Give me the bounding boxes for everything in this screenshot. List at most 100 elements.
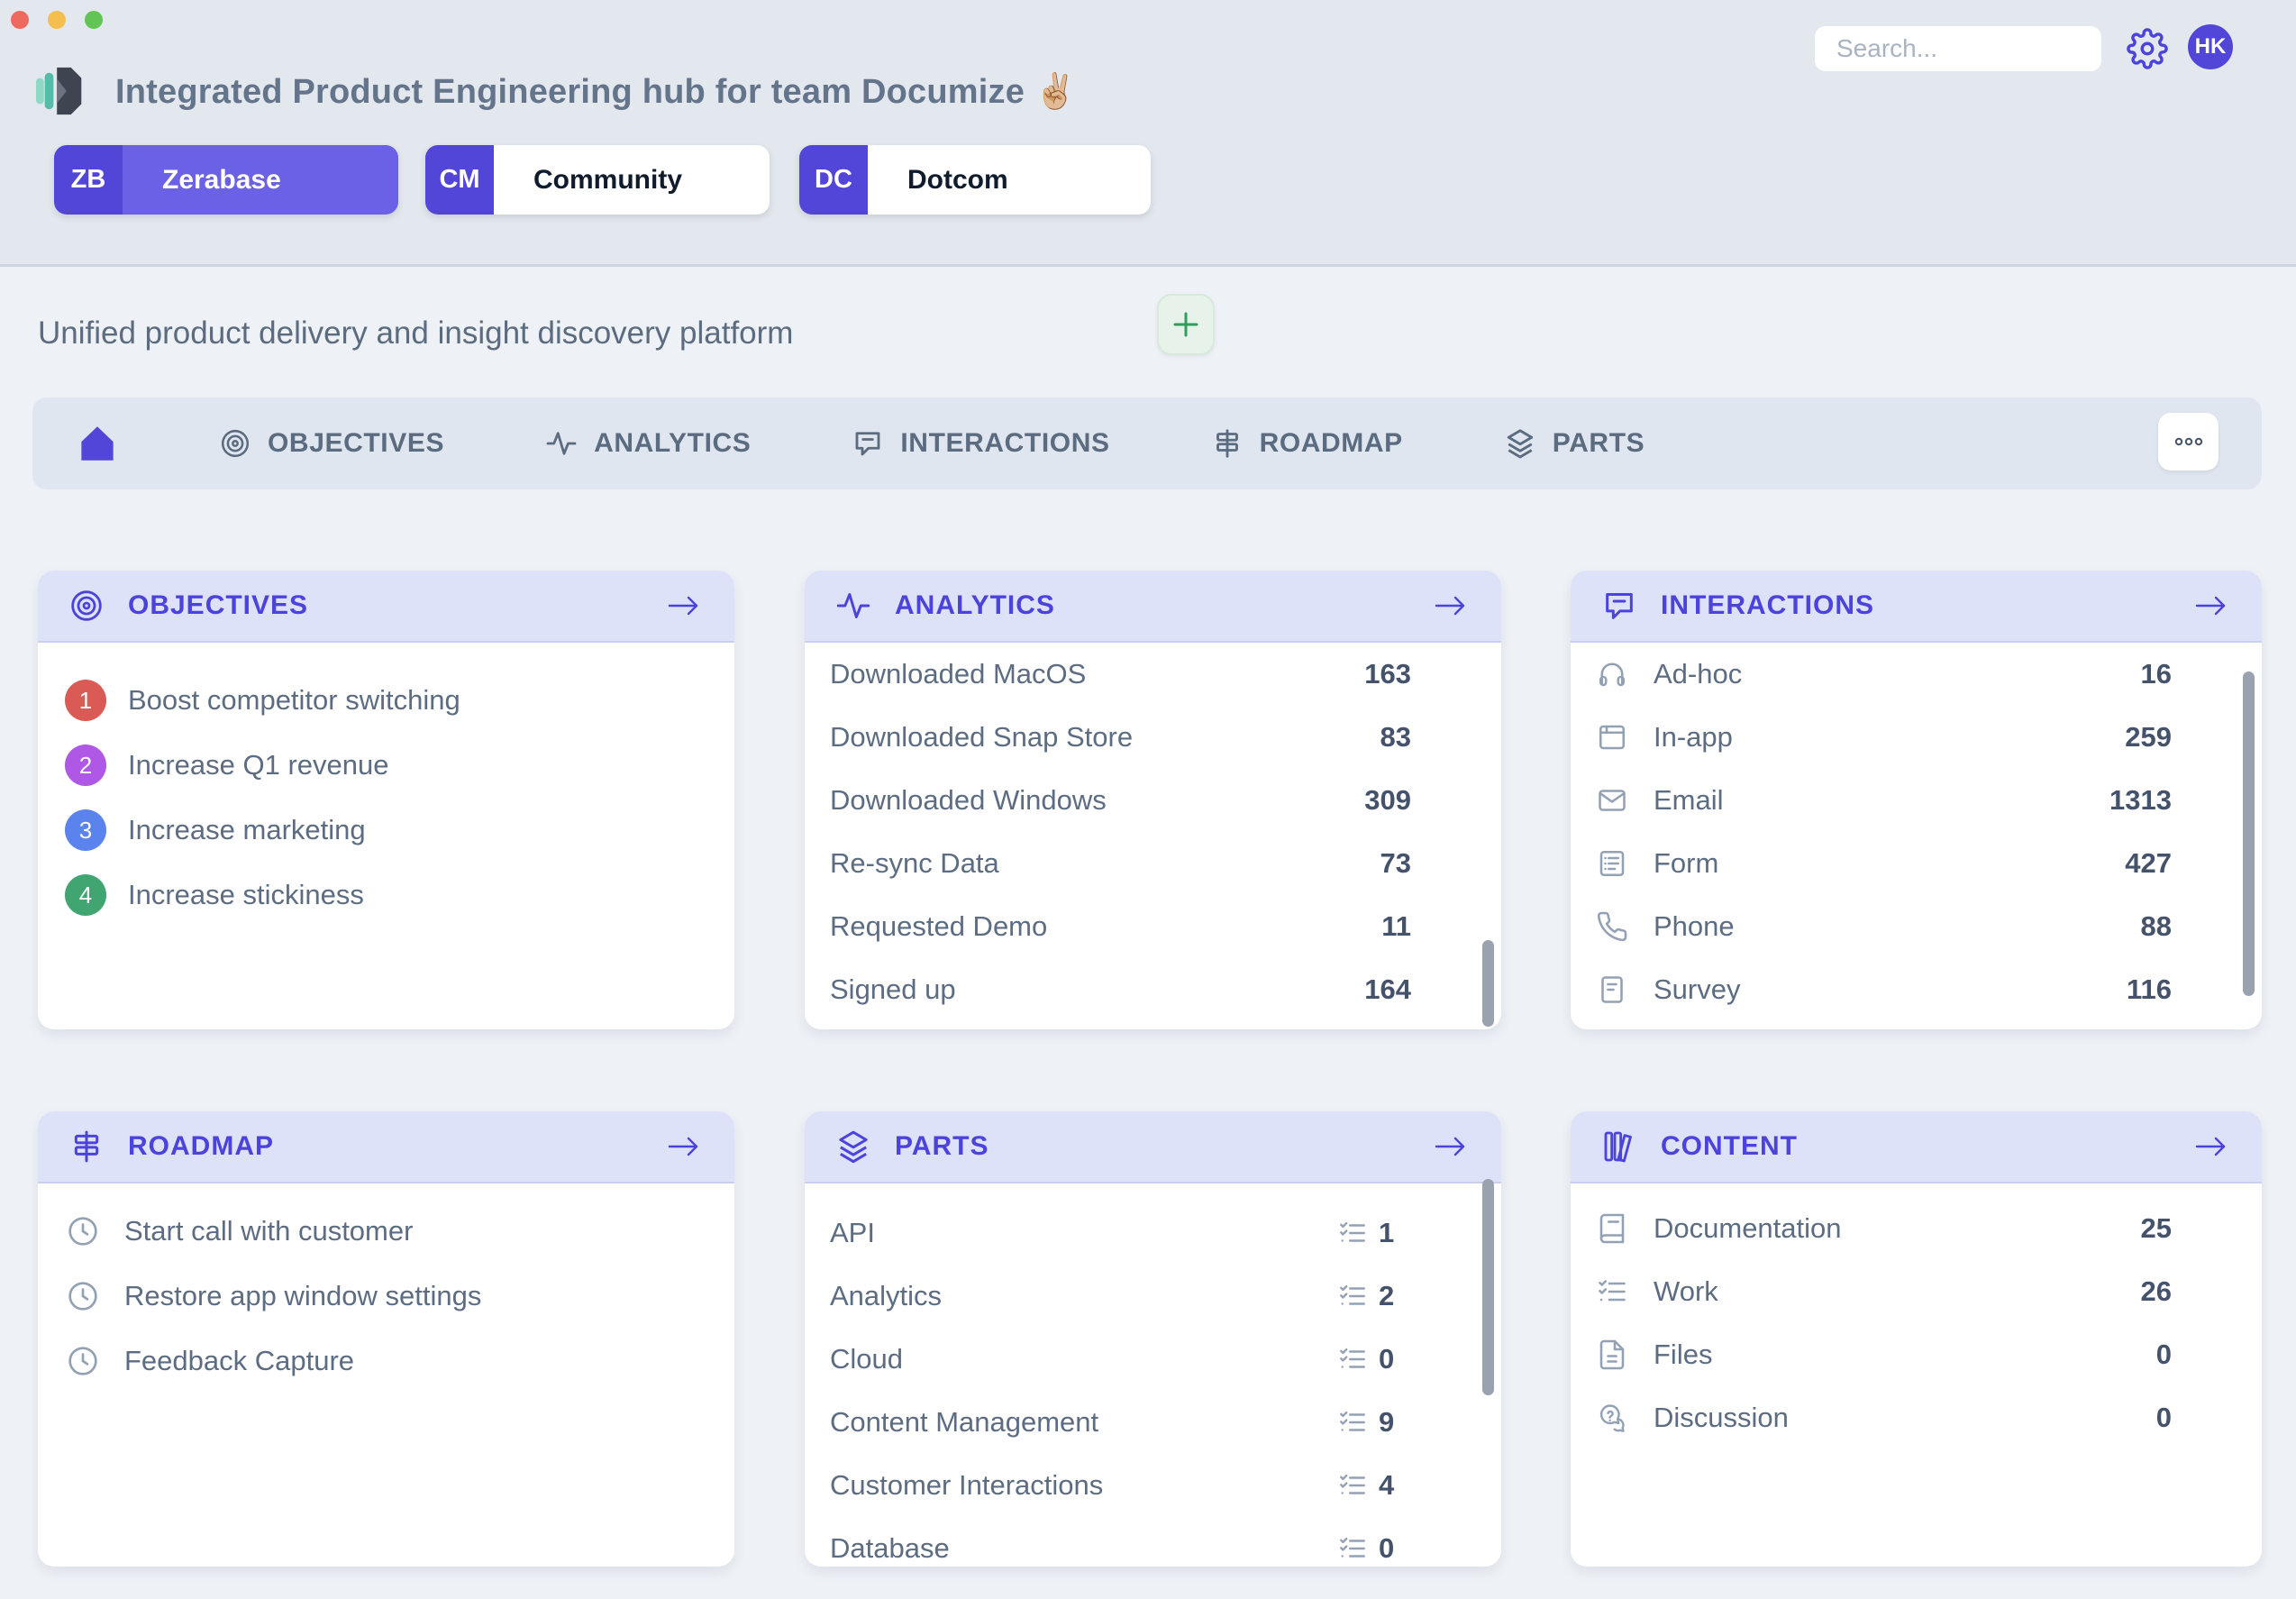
interaction-row[interactable]: Email 1313: [1571, 769, 2262, 832]
interaction-label: Phone: [1654, 910, 2109, 943]
card-title: ANALYTICS: [895, 590, 1431, 621]
zoom-window-button[interactable]: [85, 11, 103, 29]
metric-label: Downloaded Windows: [830, 784, 1348, 817]
analytics-row[interactable]: Re-sync Data 73: [805, 832, 1501, 895]
content-row[interactable]: Documentation 25: [1571, 1197, 2262, 1260]
interaction-row[interactable]: Phone 88: [1571, 895, 2262, 958]
interaction-row[interactable]: Ad-hoc 16: [1571, 643, 2262, 706]
part-row[interactable]: Analytics 2: [805, 1265, 1501, 1328]
part-row[interactable]: API 1: [805, 1202, 1501, 1265]
workspace-tabs: ZB Zerabase CM Community DC Dotcom: [0, 145, 2296, 215]
analytics-row[interactable]: Signed up 164: [805, 958, 1501, 1021]
page-title: Integrated Product Engineering hub for t…: [115, 72, 1077, 112]
content-row[interactable]: Files 0: [1571, 1323, 2262, 1386]
headphones-icon: [1596, 658, 1628, 690]
avatar[interactable]: HK: [2188, 24, 2233, 69]
phone-icon: [1596, 910, 1628, 943]
section-navbar: OBJECTIVES ANALYTICS INTERACTIONS ROADMA…: [32, 397, 2262, 489]
checklist-icon: [1337, 1407, 1368, 1438]
interaction-row[interactable]: In-app 259: [1571, 706, 2262, 769]
interaction-value: 259: [2109, 721, 2172, 754]
workspace-badge: CM: [425, 145, 494, 215]
minimize-window-button[interactable]: [48, 11, 66, 29]
content-row[interactable]: Discussion 0: [1571, 1386, 2262, 1449]
part-count: 0: [1379, 1532, 1411, 1565]
layers-icon: [1504, 427, 1536, 460]
interaction-row[interactable]: Survey 116: [1571, 958, 2262, 1021]
layers-icon: [835, 1128, 871, 1165]
analytics-open-arrow[interactable]: [1431, 592, 1471, 619]
part-row[interactable]: Database 0: [805, 1517, 1501, 1567]
metric-label: Re-sync Data: [830, 847, 1348, 880]
analytics-row[interactable]: Downloaded Windows 309: [805, 769, 1501, 832]
clock-icon: [65, 1343, 101, 1379]
objective-number-badge: 4: [65, 874, 106, 916]
analytics-row[interactable]: Requested Demo 11: [805, 895, 1501, 958]
objective-label: Increase stickiness: [128, 879, 364, 911]
roadmap-item[interactable]: Feedback Capture: [38, 1329, 734, 1393]
nav-home-button[interactable]: [77, 423, 118, 464]
form-icon: [1596, 847, 1628, 880]
close-window-button[interactable]: [11, 11, 29, 29]
workspace-name: Community: [494, 145, 770, 215]
part-count: 4: [1379, 1469, 1411, 1502]
search-input[interactable]: [1815, 26, 2101, 71]
objective-item[interactable]: 3 Increase marketing: [38, 798, 734, 863]
roadmap-item[interactable]: Restore app window settings: [38, 1264, 734, 1329]
signpost-icon: [1211, 427, 1244, 460]
analytics-row[interactable]: Downloaded MacOS 163: [805, 643, 1501, 706]
parts-scrollbar-thumb[interactable]: [1482, 1179, 1494, 1395]
metric-value: 164: [1348, 973, 1411, 1006]
part-row[interactable]: Customer Interactions 4: [805, 1454, 1501, 1517]
nav-item-roadmap[interactable]: ROADMAP: [1211, 427, 1403, 460]
objective-label: Increase marketing: [128, 814, 366, 846]
file-icon: [1596, 1339, 1628, 1371]
interactions-scrollbar-thumb[interactable]: [2243, 672, 2255, 996]
objectives-open-arrow[interactable]: [664, 592, 704, 619]
interaction-value: 116: [2109, 973, 2172, 1006]
part-row[interactable]: Cloud 0: [805, 1328, 1501, 1391]
part-row[interactable]: Content Management 9: [805, 1391, 1501, 1454]
window-header: Integrated Product Engineering hub for t…: [0, 0, 2296, 267]
settings-button[interactable]: [2125, 26, 2170, 71]
objective-number-badge: 3: [65, 809, 106, 851]
content-card-header: CONTENT: [1571, 1111, 2262, 1183]
roadmap-card-header: ROADMAP: [38, 1111, 734, 1183]
interaction-row[interactable]: Form 427: [1571, 832, 2262, 895]
workspace-tab-community[interactable]: CM Community: [425, 145, 770, 215]
metric-label: Signed up: [830, 973, 1348, 1006]
card-title: ROADMAP: [128, 1131, 664, 1162]
nav-item-analytics[interactable]: ANALYTICS: [545, 427, 751, 460]
workspace-tab-dotcom[interactable]: DC Dotcom: [799, 145, 1151, 215]
analytics-scrollbar-thumb[interactable]: [1482, 940, 1494, 1027]
metric-value: 163: [1348, 658, 1411, 690]
clock-icon: [65, 1278, 101, 1314]
part-count: 2: [1379, 1280, 1411, 1312]
content-row[interactable]: Work 26: [1571, 1260, 2262, 1323]
part-count: 0: [1379, 1343, 1411, 1375]
add-workspace-button[interactable]: [1157, 294, 1215, 355]
workspace-tab-zerabase[interactable]: ZB Zerabase: [54, 145, 398, 215]
content-card: CONTENT Documentation 25 Work 26: [1571, 1111, 2262, 1567]
content-open-arrow[interactable]: [2191, 1133, 2231, 1160]
card-title: INTERACTIONS: [1661, 590, 2191, 621]
checklist-icon: [1337, 1281, 1368, 1311]
nav-item-objectives[interactable]: OBJECTIVES: [219, 427, 444, 460]
interactions-open-arrow[interactable]: [2191, 592, 2231, 619]
analytics-row[interactable]: Downloaded Snap Store 83: [805, 706, 1501, 769]
objective-item[interactable]: 2 Increase Q1 revenue: [38, 733, 734, 798]
objective-item[interactable]: 1 Boost competitor switching: [38, 668, 734, 733]
metric-value: 11: [1348, 910, 1411, 943]
roadmap-open-arrow[interactable]: [664, 1133, 704, 1160]
target-icon: [219, 427, 251, 460]
metric-label: Downloaded Snap Store: [830, 721, 1348, 754]
nav-more-button[interactable]: [2158, 413, 2219, 471]
roadmap-item[interactable]: Start call with customer: [38, 1199, 734, 1264]
parts-open-arrow[interactable]: [1431, 1133, 1471, 1160]
roadmap-label: Start call with customer: [124, 1215, 413, 1247]
nav-item-interactions[interactable]: INTERACTIONS: [852, 427, 1109, 460]
objective-item[interactable]: 4 Increase stickiness: [38, 863, 734, 927]
interaction-label: In-app: [1654, 721, 2109, 754]
nav-item-parts[interactable]: PARTS: [1504, 427, 1645, 460]
signpost-icon: [68, 1128, 105, 1165]
